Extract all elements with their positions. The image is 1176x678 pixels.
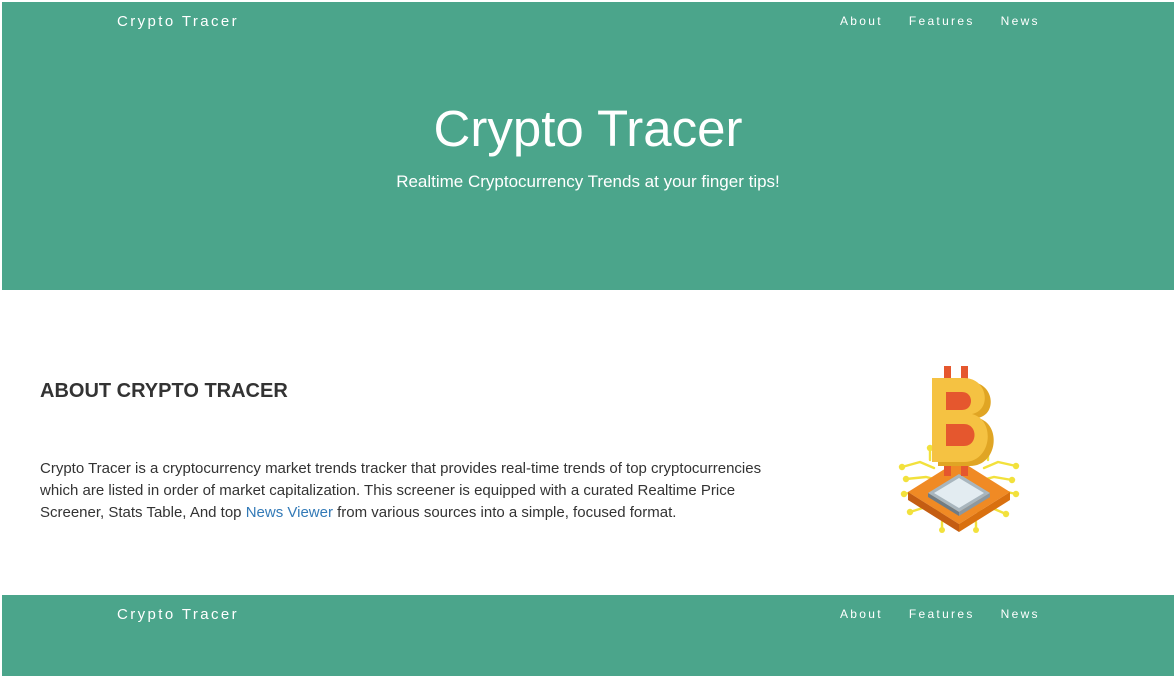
- footer-link-about[interactable]: About: [840, 607, 883, 621]
- bitcoin-symbol: [932, 366, 994, 476]
- about-text-end: from various sources into a simple, focu…: [332, 504, 677, 521]
- navbar-brand[interactable]: Crypto Tracer: [117, 13, 239, 30]
- chip-board: [908, 460, 1010, 532]
- nav-link-news[interactable]: News: [1001, 14, 1040, 28]
- footer-link-news[interactable]: News: [1001, 607, 1040, 621]
- nav-link-about[interactable]: About: [840, 14, 883, 28]
- nav-link-features[interactable]: Features: [909, 14, 975, 28]
- footer-nav: About Features News: [840, 607, 1040, 621]
- news-viewer-link[interactable]: News Viewer: [246, 504, 333, 521]
- footer-link-features[interactable]: Features: [909, 607, 975, 621]
- hero-header: Crypto Tracer About Features News Crypto…: [2, 2, 1174, 290]
- top-nav: About Features News: [840, 14, 1040, 28]
- hero-subtitle: Realtime Cryptocurrency Trends at your f…: [396, 172, 780, 191]
- hero-title: Crypto Tracer: [433, 100, 743, 157]
- footer-brand[interactable]: Crypto Tracer: [117, 606, 239, 623]
- footer: Crypto Tracer About Features News: [2, 595, 1174, 676]
- about-heading: ABOUT CRYPTO TRACER: [40, 380, 288, 402]
- bitcoin-chip-icon: [898, 366, 1020, 533]
- about-description: Crypto Tracer is a cryptocurrency market…: [40, 458, 780, 524]
